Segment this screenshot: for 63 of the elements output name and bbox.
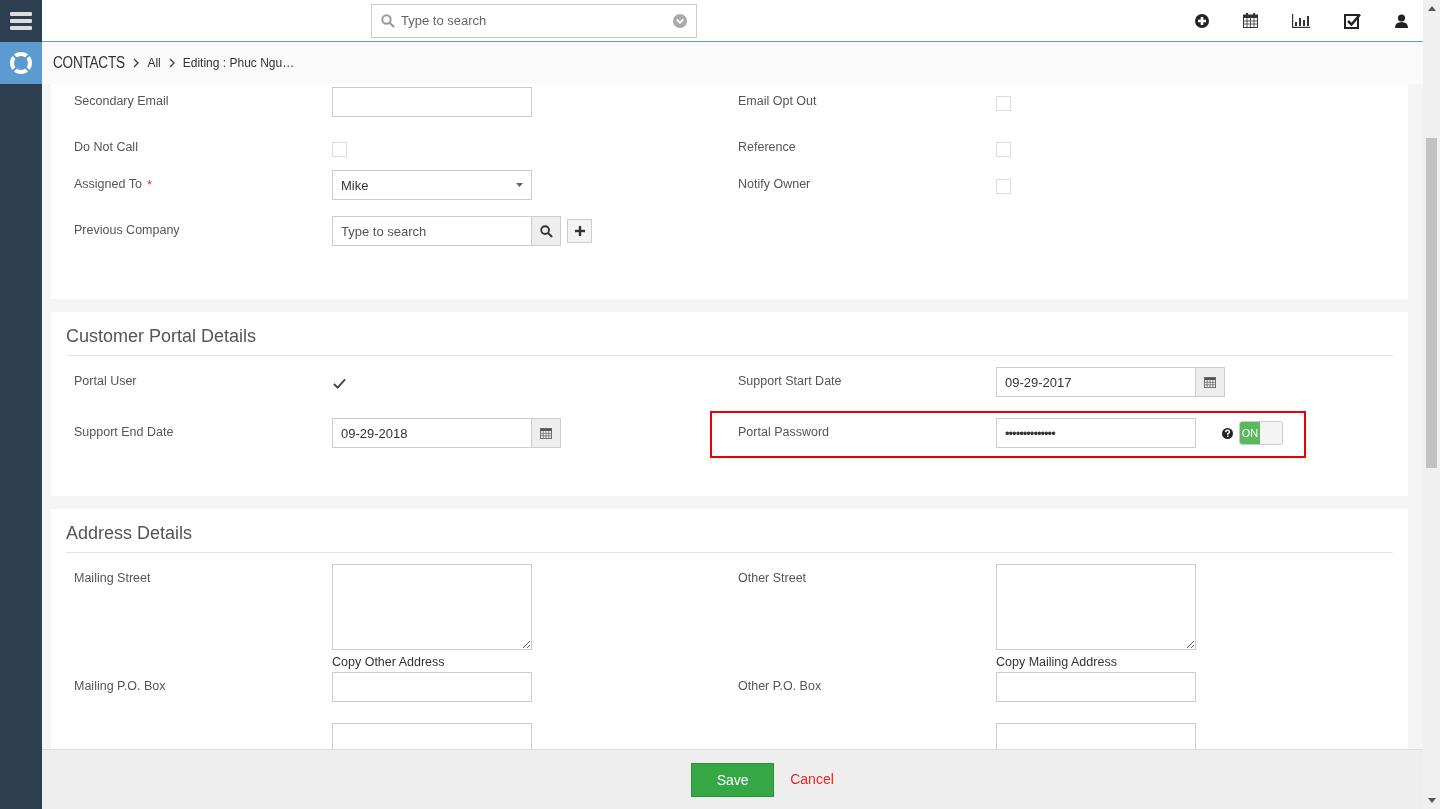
chevron-right-icon [133, 58, 140, 68]
add-button[interactable] [567, 219, 592, 243]
date-picker-button[interactable] [1196, 367, 1225, 397]
checkbox-icon[interactable] [1344, 12, 1361, 29]
text-field[interactable] [332, 672, 532, 702]
field-label: Portal Password [738, 425, 829, 439]
breadcrumb-link[interactable]: All [147, 56, 161, 70]
field-label: Support Start Date [738, 374, 842, 388]
cancel-link[interactable]: Cancel [790, 770, 834, 787]
search-field[interactable]: Type to search [332, 216, 532, 246]
bar-chart-icon[interactable] [1292, 13, 1310, 28]
password-field[interactable]: •••••••••••••• [996, 418, 1196, 448]
date-field[interactable]: 09-29-2017 [996, 367, 1196, 397]
scrollbar[interactable] [1423, 0, 1440, 809]
help-icon [1222, 427, 1233, 439]
calendar-icon [540, 427, 552, 439]
field-label: Other Street [738, 571, 807, 585]
section-title: Address Details [66, 523, 193, 544]
field-label: Support End Date [74, 425, 174, 439]
checkbox[interactable] [996, 96, 1011, 111]
calendar-icon [1204, 376, 1216, 388]
field-label: Email Opt Out [738, 94, 817, 108]
caret-icon [516, 183, 523, 187]
section-title: Customer Portal Details [66, 326, 257, 347]
date-field[interactable]: 09-29-2018 [332, 418, 532, 448]
field-label: Assigned To [74, 177, 142, 192]
search-button[interactable] [532, 216, 561, 246]
field-label: Previous Company [74, 223, 180, 237]
calendar-icon[interactable] [1243, 13, 1258, 28]
field-label: Notify Owner [738, 177, 811, 191]
search-field[interactable]: Type to search [371, 3, 697, 38]
copy-address-link[interactable]: Copy Other Address [332, 655, 730, 669]
scroll-up-icon[interactable] [1427, 6, 1436, 11]
user-icon[interactable] [1395, 13, 1408, 28]
checkbox[interactable] [332, 376, 347, 391]
search-icon [381, 13, 395, 28]
field-label: Reference [738, 140, 796, 154]
add-icon[interactable] [1195, 13, 1209, 28]
copy-address-link[interactable]: Copy Mailing Address [996, 655, 1393, 669]
text-field[interactable] [996, 672, 1196, 702]
checkbox[interactable] [332, 142, 347, 157]
text-field[interactable] [996, 723, 1196, 749]
plus-icon [574, 226, 585, 236]
field-label: Other P.O. Box [738, 679, 822, 693]
field-label: Do Not Call [74, 140, 138, 154]
checkbox[interactable] [996, 179, 1011, 194]
field-label: Portal User [74, 374, 137, 388]
chevron-right-icon [168, 58, 175, 68]
date-picker-button[interactable] [532, 418, 561, 448]
required-mark: * [146, 177, 152, 192]
field-label: Secondary Email [74, 94, 169, 108]
scroll-down-icon[interactable] [1427, 798, 1436, 803]
breadcrumb-link[interactable]: CONTACTS [53, 54, 125, 72]
menu-icon [10, 12, 32, 30]
select-field[interactable]: Mike [332, 170, 532, 200]
search-icon [539, 224, 553, 238]
field-label: Mailing Street [74, 571, 151, 585]
lifebuoy-icon [9, 51, 33, 75]
checkbox[interactable] [996, 142, 1011, 157]
chevron-down-icon [673, 13, 687, 28]
field-label: Mailing P.O. Box [74, 679, 166, 693]
text-field[interactable] [332, 723, 532, 749]
text-field[interactable] [332, 87, 532, 117]
